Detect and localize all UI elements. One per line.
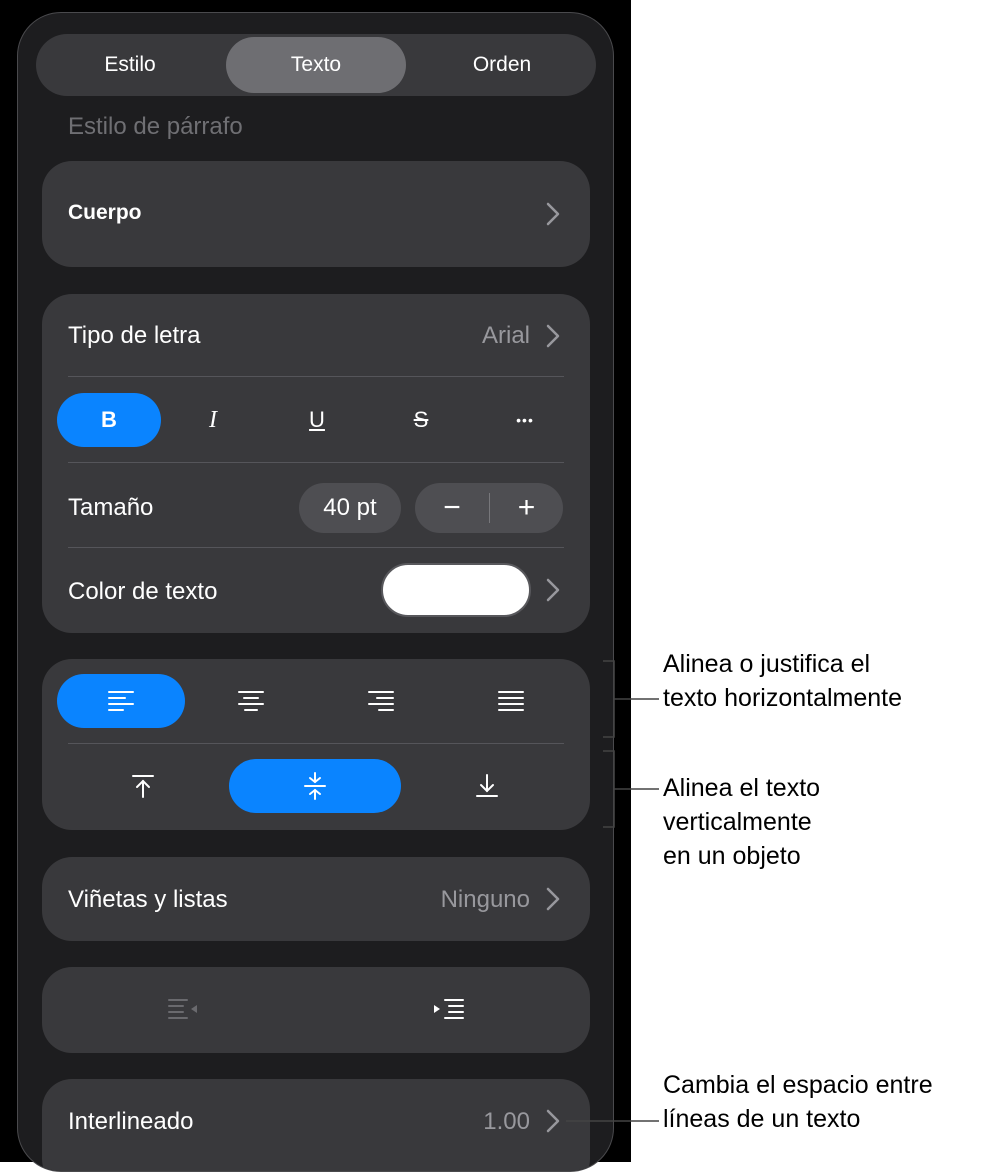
callout-line: líneas de un texto	[663, 1105, 861, 1133]
callout-line: Alinea o justifica el	[663, 650, 871, 678]
callout-line: texto horizontalmente	[663, 684, 903, 712]
callout-line-spacing: Cambia el espacio entre líneas de un tex…	[663, 1068, 933, 1136]
callout-lines	[566, 660, 659, 1122]
callout-horizontal-alignment: Alinea o justifica el texto horizontalme…	[663, 647, 902, 715]
callout-line: Cambia el espacio entre	[663, 1071, 933, 1099]
callout-line: Alinea el texto	[663, 774, 821, 802]
callout-vertical-alignment: Alinea el texto verticalmente en un obje…	[663, 771, 820, 873]
callout-line: en un objeto	[663, 842, 801, 870]
callout-line: verticalmente	[663, 808, 812, 836]
